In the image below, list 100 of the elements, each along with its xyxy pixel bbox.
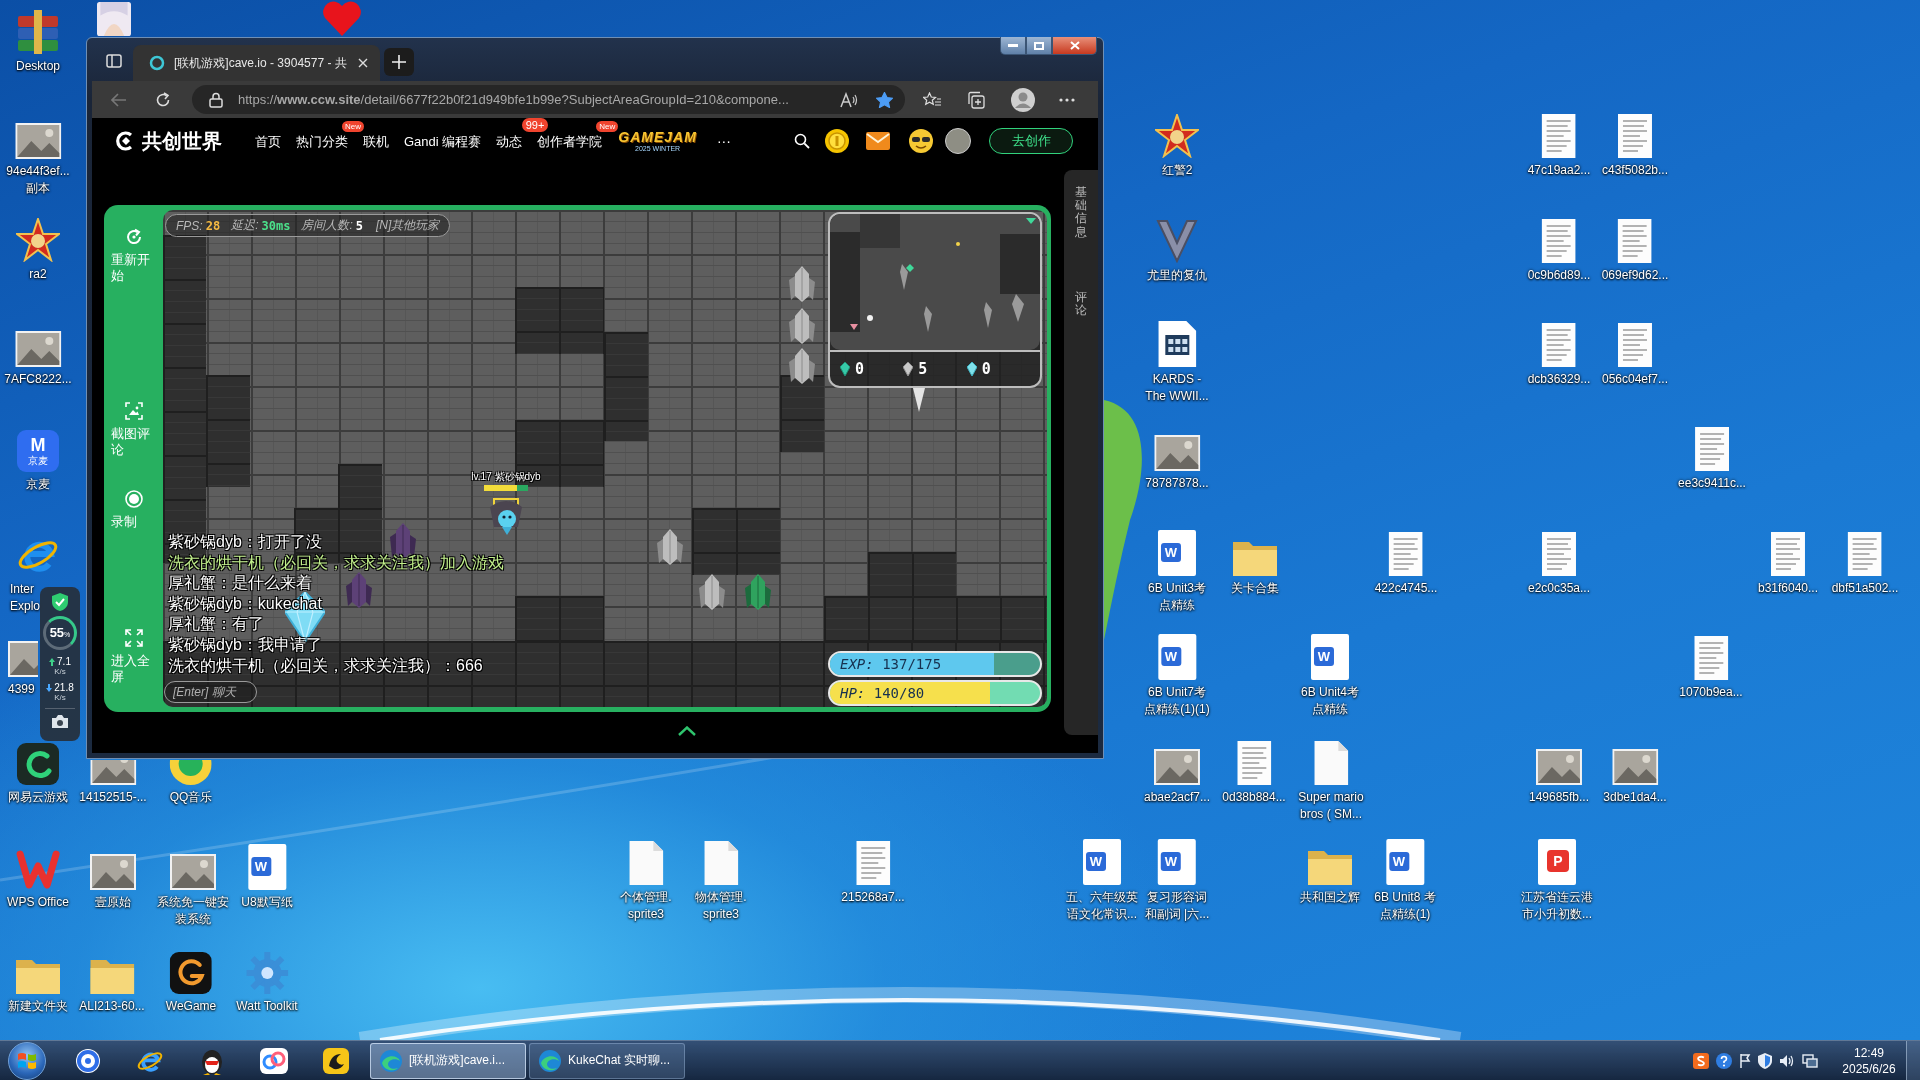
desktop-shortcut[interactable]: WeGame — [165, 952, 217, 1015]
desktop-shortcut[interactable]: 系统免一键安 装系统 — [157, 854, 229, 928]
desktop-shortcut[interactable]: 0c9b6d89... — [1527, 219, 1591, 284]
document-icon — [1618, 114, 1652, 158]
read-aloud-icon[interactable] — [840, 91, 858, 108]
desktop-shortcut[interactable]: 关卡合集 — [1231, 538, 1279, 597]
more-menu[interactable]: ··· — [716, 133, 731, 149]
avatar-icon[interactable] — [945, 128, 971, 154]
desktop-shortcut[interactable]: W 复习形容词 和副词 |六... — [1144, 839, 1210, 923]
desktop-shortcut[interactable]: 149685fb... — [1528, 749, 1590, 806]
nav-link[interactable]: Gandi 编程赛 — [404, 133, 482, 149]
create-button[interactable]: 去创作 — [989, 128, 1073, 154]
desktop-shortcut[interactable]: 网易云游戏 — [8, 743, 68, 806]
desktop-shortcut[interactable]: Watt Toolkit — [236, 952, 298, 1015]
clock[interactable]: 12:49 2025/6/26 — [1839, 1044, 1899, 1077]
nav-link[interactable]: 动态 — [496, 133, 523, 149]
desktop-shortcut[interactable]: 0d38b884... — [1222, 741, 1286, 806]
desktop-shortcut[interactable]: W 6B Unit3考 点精练 — [1148, 530, 1206, 614]
desktop-shortcut[interactable]: e2c0c35a... — [1528, 532, 1590, 597]
nav-link[interactable]: 创作者学院 — [537, 133, 603, 149]
speaker-icon[interactable] — [1779, 1053, 1795, 1068]
desktop-shortcut[interactable]: 尤里的复仇 — [1147, 219, 1207, 284]
desktop-shortcut[interactable]: 056c04ef7... — [1601, 323, 1669, 388]
desktop-shortcut[interactable]: P 江苏省连云港 市小升初数... — [1521, 839, 1593, 923]
gem-icon — [840, 362, 850, 376]
desktop-shortcut[interactable]: 78787878... — [1145, 435, 1209, 492]
record-button[interactable]: 录制 — [104, 490, 163, 530]
close-button[interactable] — [1052, 37, 1097, 55]
desktop-shortcut[interactable]: ALI213-60... — [79, 956, 145, 1015]
close-icon[interactable] — [358, 58, 368, 68]
network-icon[interactable] — [1802, 1053, 1818, 1068]
flag-icon[interactable] — [1739, 1052, 1751, 1069]
nav-link[interactable]: 热门分类 — [296, 133, 348, 149]
desktop-shortcut[interactable]: dbf51a502... — [1831, 532, 1899, 597]
side-tab[interactable]: 基础信息 — [1075, 186, 1087, 239]
nav-link[interactable]: 联机 — [363, 133, 389, 149]
desktop-shortcut[interactable]: c43f5082b... — [1601, 114, 1669, 179]
desktop-shortcut[interactable]: Super mario bros ( SM... — [1298, 741, 1364, 823]
s-tile-icon[interactable] — [1693, 1052, 1709, 1069]
desktop-shortcut[interactable]: 个体管理. sprite3 — [620, 841, 672, 923]
sunglasses-face-icon[interactable] — [909, 129, 933, 153]
desktop-shortcut[interactable]: W U8默写纸 — [241, 844, 293, 911]
desktop-shortcut[interactable]: abae2acf7... — [1143, 749, 1211, 806]
new-tab-button[interactable] — [384, 48, 414, 76]
taskbar-window-button[interactable]: KukeChat 实时聊... — [529, 1042, 685, 1079]
desktop-shortcut[interactable]: 069ef9d62... — [1601, 219, 1669, 284]
desktop-shortcut[interactable]: 新建文件夹 — [8, 956, 68, 1015]
desktop-shortcut[interactable]: WPS Office — [7, 850, 69, 911]
gem-count: 0 — [855, 360, 865, 378]
minimize-button[interactable] — [1000, 37, 1026, 55]
desktop-shortcut[interactable]: dcb36329... — [1527, 323, 1591, 388]
desktop-shortcut[interactable]: ra2 — [16, 218, 60, 283]
desktop-shortcut[interactable]: W 6B Unit7考 点精练(1)(1) — [1144, 634, 1210, 718]
browser-tab[interactable]: [联机游戏]cave.io - 3904577 - 共 — [133, 45, 380, 81]
desktop-shortcut[interactable]: 94e44f3ef... 副本 — [6, 123, 70, 197]
camera-icon[interactable] — [52, 715, 68, 728]
desktop-shortcut[interactable]: M 京麦 京麦 — [17, 430, 59, 493]
screenshot-button[interactable]: 截图评论 — [104, 402, 163, 458]
desktop-shortcut[interactable]: 422c4745... — [1374, 532, 1438, 597]
app-file-icon — [1158, 321, 1196, 367]
photo-thumbnail-icon — [15, 331, 61, 367]
desktop-shortcut[interactable]: 壹原始 — [90, 854, 136, 911]
gem-count: 0 — [981, 360, 991, 378]
desktop-shortcut[interactable]: b31f6040... — [1757, 532, 1819, 597]
start-button[interactable] — [8, 1041, 46, 1080]
desktop-shortcut[interactable]: 1070b9ea... — [1679, 636, 1743, 701]
site-logo[interactable]: 共创世界 — [116, 127, 222, 155]
fullscreen-button[interactable]: 进入全屏 — [104, 629, 163, 685]
desktop-shortcut[interactable]: 共和国之辉 — [1300, 847, 1360, 906]
search-icon[interactable] — [794, 133, 810, 149]
restart-button[interactable]: 重新开始 — [104, 228, 163, 284]
taskbar-window-button[interactable]: [联机游戏]cave.i... — [370, 1042, 526, 1079]
address-field[interactable]: https://www.ccw.site/detail/6677f22b0f21d949bfe1b99e?SubjectAreaGroupId=210&compone... — [192, 85, 905, 114]
desktop-shortcut[interactable]: W 五、六年级英 语文化常识... — [1066, 839, 1138, 923]
crystal-icon — [789, 348, 815, 384]
desktop-shortcut[interactable]: 47c19aa2... — [1527, 114, 1591, 179]
desktop-shortcut[interactable]: 红警2 — [1155, 114, 1199, 179]
photo-thumbnail-icon — [170, 854, 216, 890]
desktop-shortcut[interactable]: 7AFC8222... — [4, 331, 72, 388]
show-desktop-button[interactable] — [1906, 1041, 1920, 1080]
shield-icon[interactable] — [1758, 1052, 1772, 1069]
desktop-shortcut[interactable]: ee3c9411c... — [1678, 427, 1746, 492]
desktop-shortcut[interactable]: 物体管理. sprite3 — [695, 841, 747, 923]
desktop-shortcut[interactable]: 3dbe1da4... — [1603, 749, 1667, 806]
favorite-star-icon[interactable] — [876, 91, 893, 108]
document-icon — [1542, 323, 1576, 367]
chevron-up-icon[interactable] — [677, 726, 697, 736]
side-tab[interactable]: 评论 — [1075, 290, 1087, 318]
help-icon[interactable] — [1716, 1052, 1732, 1069]
nav-link[interactable]: 首页 — [255, 133, 281, 149]
desktop-shortcut[interactable]: KARDS - The WWII... — [1145, 321, 1209, 405]
desktop-shortcut[interactable]: Desktop — [16, 10, 60, 75]
desktop-shortcut[interactable]: W 6B Unit4考 点精练 — [1301, 634, 1359, 718]
coin-icon[interactable] — [825, 129, 849, 153]
profile-button[interactable] — [1009, 85, 1037, 114]
desktop-shortcut[interactable]: 215268a7... — [841, 841, 905, 906]
maximize-button[interactable] — [1026, 37, 1052, 55]
mail-icon[interactable] — [866, 132, 890, 150]
desktop-shortcut[interactable]: W 6B Unit8 考 点精练(1) — [1374, 839, 1436, 923]
chat-input[interactable]: [Enter] 聊天 — [164, 681, 257, 703]
